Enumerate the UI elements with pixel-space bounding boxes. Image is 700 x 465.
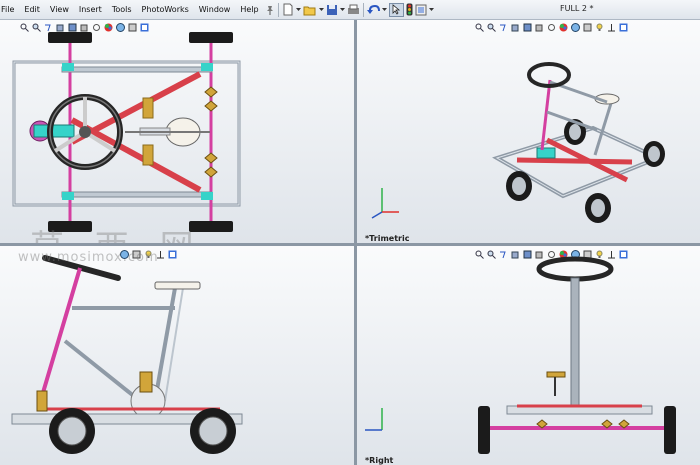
trimetric-view-model [371, 62, 665, 223]
view-label-right: *Right [365, 456, 394, 465]
viewport-right[interactable]: *Right [357, 246, 700, 465]
undo-dropdown-icon[interactable] [381, 3, 387, 17]
menu-view[interactable]: View [45, 5, 74, 14]
menu-help[interactable]: Help [235, 5, 263, 14]
menu-bar: File Edit View Insert Tools PhotoWorks W… [0, 0, 700, 20]
new-document-icon[interactable] [282, 3, 294, 17]
viewport-splitter-horizontal[interactable] [0, 243, 700, 246]
right-view-model [365, 256, 676, 454]
top-view-model [12, 32, 241, 232]
options-icon[interactable] [415, 3, 427, 17]
open-icon[interactable] [303, 3, 317, 17]
new-dropdown-icon[interactable] [295, 3, 301, 17]
menu-photoworks[interactable]: PhotoWorks [137, 5, 194, 14]
undo-icon[interactable] [366, 3, 380, 17]
menu-file[interactable]: File [0, 5, 19, 14]
open-dropdown-icon[interactable] [318, 3, 324, 17]
view-label-trimetric: *Trimetric [365, 234, 410, 243]
menu-edit[interactable]: Edit [19, 5, 45, 14]
print-icon[interactable] [347, 3, 360, 17]
watermark-url: www.mosimox.com [18, 250, 159, 265]
document-title: FULL 2 * [560, 4, 594, 13]
front-view-model [11, 255, 243, 454]
watermark-text: 莫 西 网 [30, 220, 204, 243]
menu-tools[interactable]: Tools [107, 5, 137, 14]
viewport-trimetric[interactable]: *Trimetric [357, 20, 700, 243]
menu-window[interactable]: Window [194, 5, 236, 14]
save-dropdown-icon[interactable] [339, 3, 345, 17]
viewport-top[interactable]: 莫 西 网 [0, 20, 354, 243]
pin-icon[interactable] [265, 3, 275, 17]
toolbar-separator [277, 2, 279, 17]
menu-insert[interactable]: Insert [74, 5, 107, 14]
select-icon[interactable] [388, 2, 404, 17]
viewport-front[interactable]: www.mosimox.com [0, 246, 354, 465]
traffic-light-icon[interactable] [406, 3, 413, 17]
options-dropdown-icon[interactable] [428, 3, 434, 17]
toolbar-separator [362, 2, 364, 17]
save-icon[interactable] [326, 3, 338, 17]
